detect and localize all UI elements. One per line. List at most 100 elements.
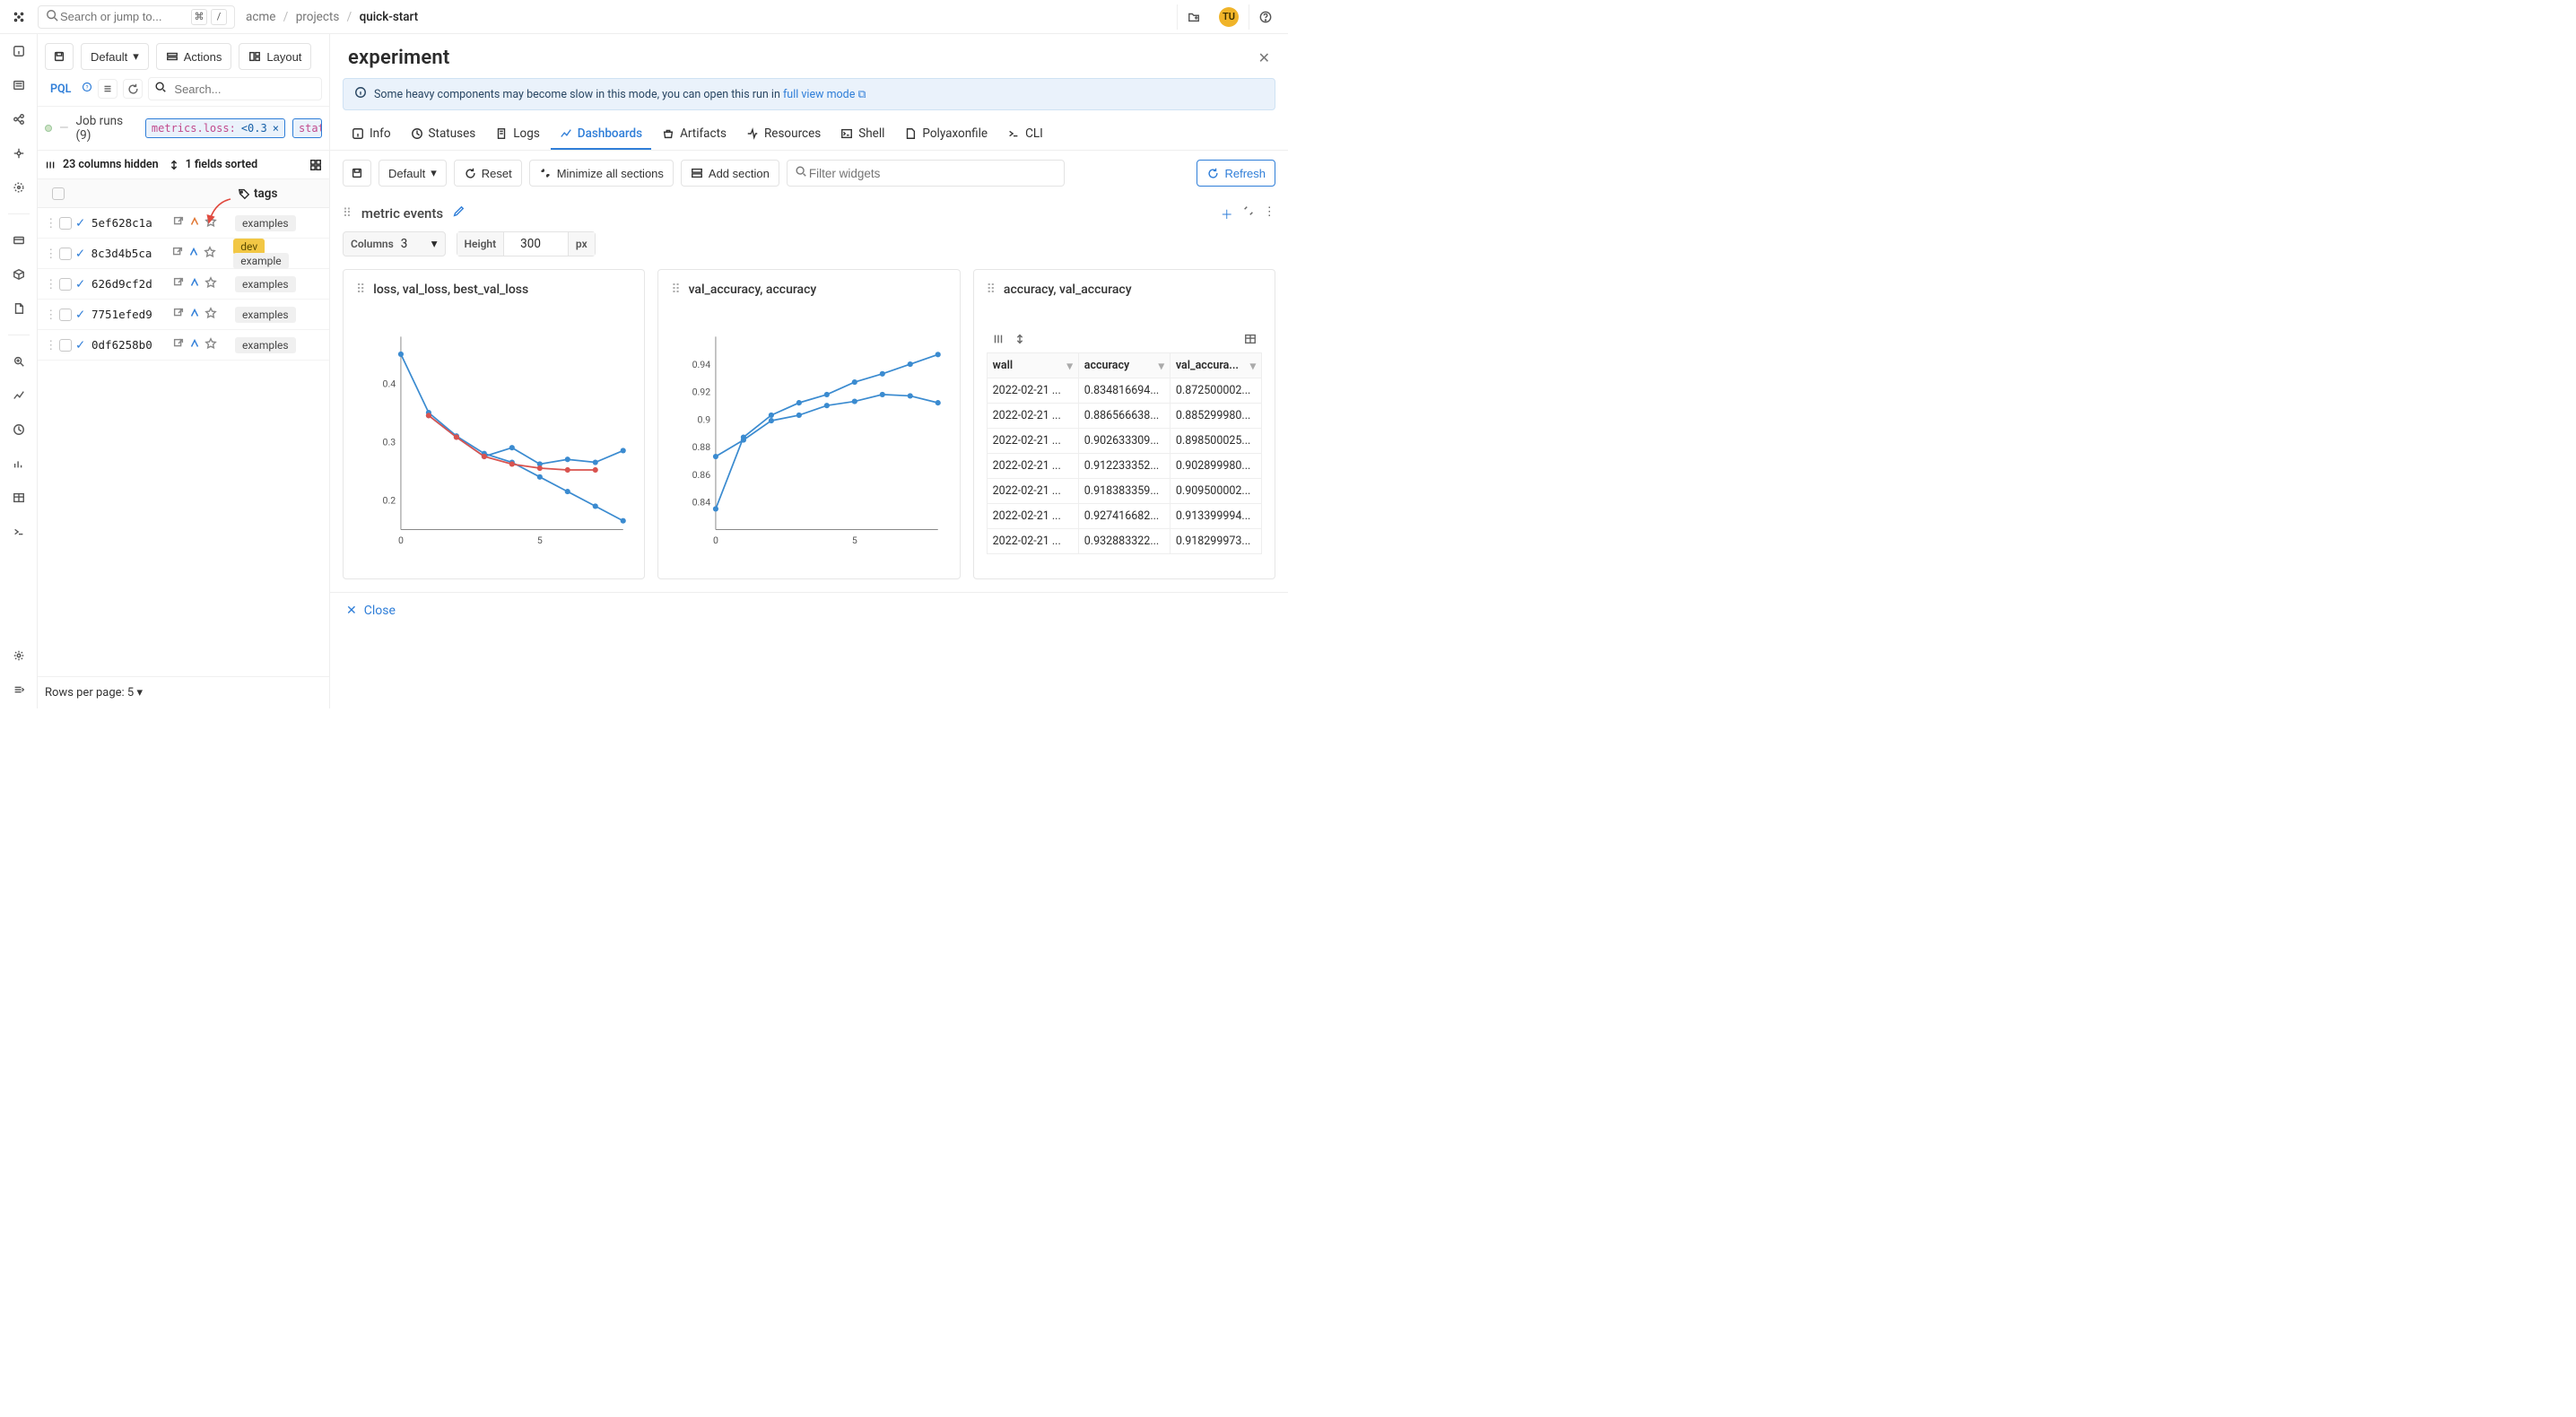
open-run-icon[interactable]: [172, 276, 185, 292]
pql-help-icon[interactable]: ?: [82, 82, 92, 96]
table-row[interactable]: ⋮ ✓ 7751efed9 examples: [38, 300, 329, 330]
collapse-section-icon[interactable]: [1242, 204, 1255, 222]
add-widget-icon[interactable]: ＋: [1221, 204, 1233, 222]
runs-search-input[interactable]: [172, 82, 316, 97]
star-icon[interactable]: [205, 215, 217, 231]
sidenav-settings-icon[interactable]: [7, 644, 30, 667]
edit-section-icon[interactable]: [452, 205, 465, 222]
select-all-checkbox[interactable]: [52, 187, 65, 200]
grid-view-icon[interactable]: [309, 159, 322, 171]
filter-chip-stat[interactable]: stat: [292, 118, 322, 138]
compare-icon[interactable]: [188, 215, 201, 231]
tab-shell[interactable]: Shell: [831, 119, 893, 150]
drag-handle-icon[interactable]: ⠿: [671, 283, 681, 297]
open-run-icon[interactable]: [172, 307, 185, 323]
star-icon[interactable]: [205, 307, 217, 323]
row-checkbox[interactable]: [59, 309, 72, 321]
sidenav-table-icon[interactable]: [7, 486, 30, 509]
table-row[interactable]: ⋮ ✓ 8c3d4b5ca dev example: [38, 239, 329, 269]
tab-resources[interactable]: Resources: [737, 119, 830, 150]
dashboard-default-button[interactable]: Default ▾: [379, 160, 447, 187]
column-header[interactable]: wall▾: [987, 353, 1078, 378]
close-icon[interactable]: ×: [273, 122, 279, 135]
sidenav-pipeline-icon[interactable]: [7, 142, 30, 165]
row-checkbox[interactable]: [59, 217, 72, 230]
run-id[interactable]: 5ef628c1a: [91, 216, 172, 230]
star-icon[interactable]: [205, 337, 217, 353]
accuracy-chart[interactable]: 0.840.860.880.90.920.9405: [671, 297, 946, 566]
section-menu-icon[interactable]: ⋮: [1264, 204, 1276, 222]
drag-handle-icon[interactable]: ⋮: [45, 338, 56, 352]
reset-button[interactable]: Reset: [454, 160, 522, 187]
run-id[interactable]: 0df6258b0: [91, 338, 172, 352]
sidenav-connections-icon[interactable]: [7, 108, 30, 131]
columns-select[interactable]: Columns 3 ▾: [343, 231, 446, 256]
star-icon[interactable]: [205, 276, 217, 292]
default-view-button[interactable]: Default▾: [81, 43, 149, 70]
breadcrumb-project[interactable]: projects: [296, 10, 340, 24]
refresh-filter-icon[interactable]: [123, 79, 143, 99]
drag-handle-icon[interactable]: ⋮: [45, 216, 56, 230]
row-checkbox[interactable]: [59, 339, 72, 352]
breadcrumb-org[interactable]: acme: [246, 10, 275, 24]
sidenav-history-icon[interactable]: [7, 418, 30, 441]
pql-toggle[interactable]: PQL: [45, 79, 76, 100]
close-button[interactable]: ✕ Close: [330, 592, 1288, 629]
tag-examples[interactable]: examples: [235, 215, 296, 231]
help-button[interactable]: [1249, 4, 1281, 30]
save-view-button[interactable]: [45, 43, 74, 70]
sidenav-doc-icon[interactable]: [7, 297, 30, 320]
global-search[interactable]: ⌘ /: [38, 5, 235, 29]
compare-icon[interactable]: [187, 246, 200, 262]
filter-widgets-input[interactable]: [807, 166, 1057, 181]
tab-statuses[interactable]: Statuses: [402, 119, 485, 150]
row-checkbox[interactable]: [59, 278, 72, 291]
close-panel-button[interactable]: ✕: [1258, 49, 1270, 66]
compare-icon[interactable]: [188, 307, 201, 323]
open-run-icon[interactable]: [172, 215, 185, 231]
run-id[interactable]: 7751efed9: [91, 308, 172, 321]
data-row[interactable]: 2022-02-21 ...0.886566638...0.885299980.…: [987, 404, 1261, 429]
row-checkbox[interactable]: [59, 248, 72, 260]
sidenav-automation-icon[interactable]: [7, 176, 30, 199]
tab-logs[interactable]: Logs: [486, 119, 549, 150]
column-header[interactable]: val_accura...▾: [1170, 353, 1261, 378]
tag-dev[interactable]: dev: [233, 239, 265, 255]
fields-sorted[interactable]: 1 fields sorted: [168, 158, 258, 171]
tab-polyaxonfile[interactable]: Polyaxonfile: [895, 119, 996, 150]
rows-per-page[interactable]: Rows per page: 5 ▾: [38, 676, 329, 708]
runs-search[interactable]: [148, 77, 322, 100]
drag-handle-icon[interactable]: ⠿: [987, 283, 996, 297]
save-dashboard-button[interactable]: [343, 160, 371, 187]
sidenav-card-icon[interactable]: [7, 229, 30, 252]
app-logo-icon[interactable]: [0, 0, 38, 33]
data-row[interactable]: 2022-02-21 ...0.902633309...0.898500025.…: [987, 429, 1261, 454]
data-row[interactable]: 2022-02-21 ...0.932883322...0.918299973.…: [987, 529, 1261, 554]
accuracy-data-table[interactable]: wall▾accuracy▾val_accura...▾ 2022-02-21 …: [987, 352, 1262, 554]
run-id[interactable]: 8c3d4b5ca: [91, 247, 171, 260]
sidenav-collapse-icon[interactable]: [7, 678, 30, 701]
tab-dashboards[interactable]: Dashboards: [551, 119, 651, 150]
drag-handle-icon[interactable]: ⠿: [356, 283, 366, 297]
tab-cli[interactable]: CLI: [998, 119, 1052, 150]
minimize-all-button[interactable]: Minimize all sections: [529, 160, 674, 187]
run-id[interactable]: 626d9cf2d: [91, 277, 172, 291]
filter-widgets[interactable]: [787, 160, 1065, 187]
height-input[interactable]: Height 300 px: [457, 231, 596, 256]
tag-examples[interactable]: examples: [235, 337, 296, 353]
new-folder-button[interactable]: [1177, 4, 1209, 30]
sidenav-package-icon[interactable]: [7, 263, 30, 286]
data-row[interactable]: 2022-02-21 ...0.927416682...0.913399994.…: [987, 504, 1261, 529]
compare-icon[interactable]: [188, 337, 201, 353]
table-row[interactable]: ⋮ ✓ 5ef628c1a examples: [38, 208, 329, 239]
sidenav-info-icon[interactable]: [7, 39, 30, 63]
data-row[interactable]: 2022-02-21 ...0.912233352...0.902899980.…: [987, 454, 1261, 479]
tab-info[interactable]: Info: [343, 119, 400, 150]
drag-handle-icon[interactable]: ⋮: [45, 247, 56, 261]
full-view-link[interactable]: full view mode ⧉: [783, 88, 866, 101]
list-view-icon[interactable]: [98, 79, 117, 99]
table-row[interactable]: ⋮ ✓ 626d9cf2d examples: [38, 269, 329, 300]
table-row[interactable]: ⋮ ✓ 0df6258b0 examples: [38, 330, 329, 361]
sort-icon[interactable]: [1014, 333, 1026, 349]
filter-chip-metric[interactable]: metrics.loss: <0.3 ×: [145, 118, 285, 138]
